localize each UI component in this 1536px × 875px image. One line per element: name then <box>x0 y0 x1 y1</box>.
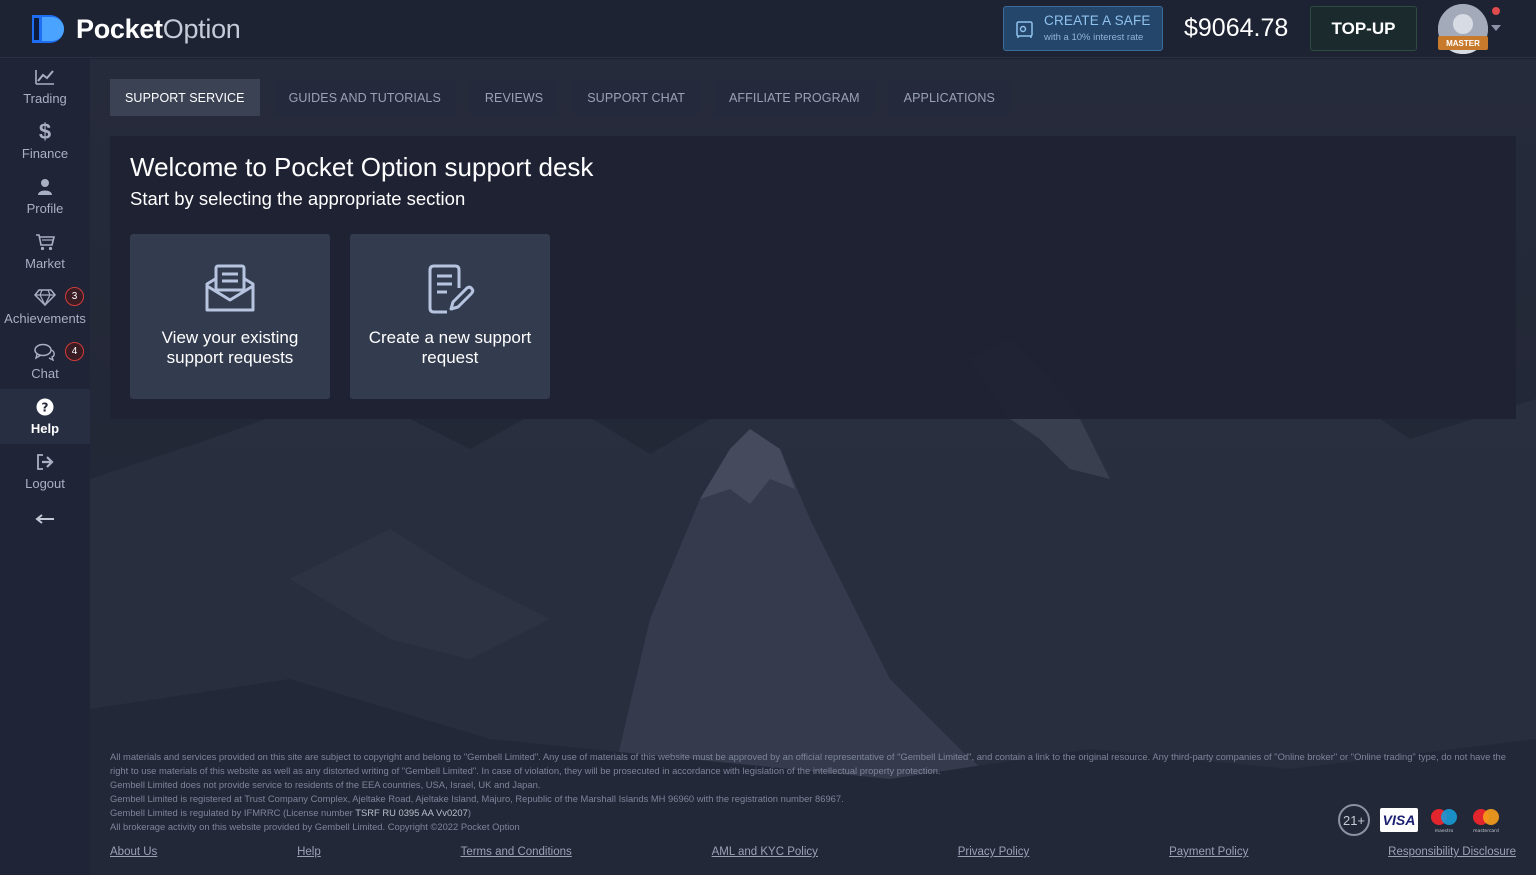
sidebar-item-logout[interactable]: Logout <box>0 444 90 499</box>
card-label: View your existing support requests <box>161 328 299 367</box>
help-icon: ? <box>34 397 56 417</box>
achievements-count-badge: 3 <box>65 287 84 306</box>
legal-copyright-notice: All materials and services provided on t… <box>110 751 1506 776</box>
sidebar-item-market[interactable]: Market <box>0 224 90 279</box>
mastercard-text: mastercard <box>1473 828 1499 834</box>
safe-title: CREATE A SAFE <box>1044 12 1151 28</box>
legal-regulation-suffix: ) <box>467 807 471 818</box>
tab-support-service[interactable]: SUPPORT SERVICE <box>110 79 260 116</box>
footer-links: About Us Help Terms and Conditions AML a… <box>110 846 1516 858</box>
chat-icon <box>34 342 56 362</box>
top-header: PocketOption CREATE A SAFE with a 10% in… <box>0 0 1536 58</box>
sidebar-item-help[interactable]: ? Help <box>0 389 90 444</box>
sidebar-item-label: Profile <box>26 201 64 216</box>
footer-link-payment[interactable]: Payment Policy <box>1169 846 1248 858</box>
dollar-icon: $ <box>38 119 52 144</box>
safe-subtitle: with a 10% interest rate <box>1044 31 1144 43</box>
footer-link-privacy[interactable]: Privacy Policy <box>958 846 1030 858</box>
sidebar-item-trading[interactable]: Trading <box>0 59 90 114</box>
tab-guides-and-tutorials[interactable]: GUIDES AND TUTORIALS <box>273 79 456 116</box>
view-support-requests-card[interactable]: View your existing support requests <box>130 234 330 399</box>
chevron-down-icon <box>1491 25 1501 31</box>
sidebar-item-achievements[interactable]: Achievements 3 <box>0 279 90 334</box>
diamond-icon <box>34 287 56 307</box>
footer-link-about-us[interactable]: About Us <box>110 846 157 858</box>
tab-reviews[interactable]: REVIEWS <box>469 79 559 116</box>
chart-line-icon <box>34 67 56 87</box>
logout-icon <box>34 452 56 472</box>
safe-icon <box>1016 20 1033 38</box>
sidebar-item-profile[interactable]: Profile <box>0 169 90 224</box>
legal-registration-notice: Gembell Limited is registered at Trust C… <box>110 793 844 804</box>
logo[interactable]: PocketOption <box>28 12 241 46</box>
visa-logo: VISA <box>1380 808 1418 832</box>
account-balance[interactable]: $9064.78 <box>1184 12 1288 44</box>
sidebar-item-label: Finance <box>21 146 69 161</box>
sidebar-item-label: Trading <box>23 91 67 106</box>
sidebar-item-label: Market <box>25 256 65 271</box>
status-badge: MASTER <box>1438 36 1488 50</box>
tab-support-chat[interactable]: SUPPORT CHAT <box>572 79 700 116</box>
maestro-text: maestro <box>1435 828 1454 834</box>
footer-link-aml-kyc[interactable]: AML and KYC Policy <box>712 846 818 858</box>
user-menu[interactable]: MASTER <box>1438 4 1504 54</box>
footer-link-responsibility[interactable]: Responsibility Disclosure <box>1388 846 1516 858</box>
create-safe-button[interactable]: CREATE A SAFE with a 10% interest rate <box>1003 6 1163 51</box>
collapse-sidebar-button[interactable] <box>0 499 90 539</box>
sidebar-item-label: Achievements <box>4 311 86 326</box>
sidebar: Trading $ Finance Profile Market Achieve… <box>0 59 90 875</box>
license-number: TSRF RU 0395 AA Vv0207 <box>355 807 468 818</box>
support-desk-panel: Welcome to Pocket Option support desk St… <box>110 136 1516 419</box>
logo-icon <box>32 15 64 43</box>
card-label: Create a new support request <box>368 328 532 367</box>
legal-brokerage-notice: All brokerage activity on this website p… <box>110 821 520 832</box>
sidebar-item-label: Chat <box>31 366 59 381</box>
age-restriction-badge: 21+ <box>1338 804 1370 836</box>
maestro-logo: maestro <box>1428 806 1460 834</box>
create-support-request-card[interactable]: Create a new support request <box>350 234 550 399</box>
legal-text: All materials and services provided on t… <box>110 750 1520 834</box>
document-edit-icon <box>428 264 475 314</box>
payment-methods: 21+ VISA maestro mastercard <box>1338 804 1502 836</box>
tab-affiliate-program[interactable]: AFFILIATE PROGRAM <box>714 79 875 116</box>
help-tabs: SUPPORT SERVICE GUIDES AND TUTORIALS REV… <box>110 79 1024 116</box>
tab-applications[interactable]: APPLICATIONS <box>888 79 1010 116</box>
page-subtitle: Start by selecting the appropriate secti… <box>130 188 466 209</box>
legal-regulation-notice: Gembell Limited is regulated by IFMRRC (… <box>110 806 1520 820</box>
notification-dot <box>1492 7 1500 15</box>
top-up-button[interactable]: TOP-UP <box>1310 6 1417 51</box>
logo-text-light: Option <box>162 13 241 44</box>
page-title: Welcome to Pocket Option support desk <box>130 152 594 182</box>
footer-link-help[interactable]: Help <box>297 846 321 858</box>
sidebar-item-label: Help <box>30 421 60 436</box>
footer-link-terms[interactable]: Terms and Conditions <box>461 846 572 858</box>
chat-count-badge: 4 <box>65 342 84 361</box>
sidebar-item-chat[interactable]: Chat 4 <box>0 334 90 389</box>
mastercard-logo: mastercard <box>1470 806 1502 834</box>
logo-text-bold: Pocket <box>76 13 163 44</box>
legal-regulation-prefix: Gembell Limited is regulated by IFMRRC (… <box>110 807 356 818</box>
envelope-open-icon <box>205 264 255 312</box>
arrow-left-icon <box>35 514 54 524</box>
legal-residency-notice: Gembell Limited does not provide service… <box>110 779 541 790</box>
cart-icon <box>34 232 56 252</box>
svg-text:?: ? <box>42 401 49 415</box>
sidebar-item-finance[interactable]: $ Finance <box>0 114 90 169</box>
user-icon <box>34 177 56 197</box>
sidebar-item-label: Logout <box>25 476 65 491</box>
